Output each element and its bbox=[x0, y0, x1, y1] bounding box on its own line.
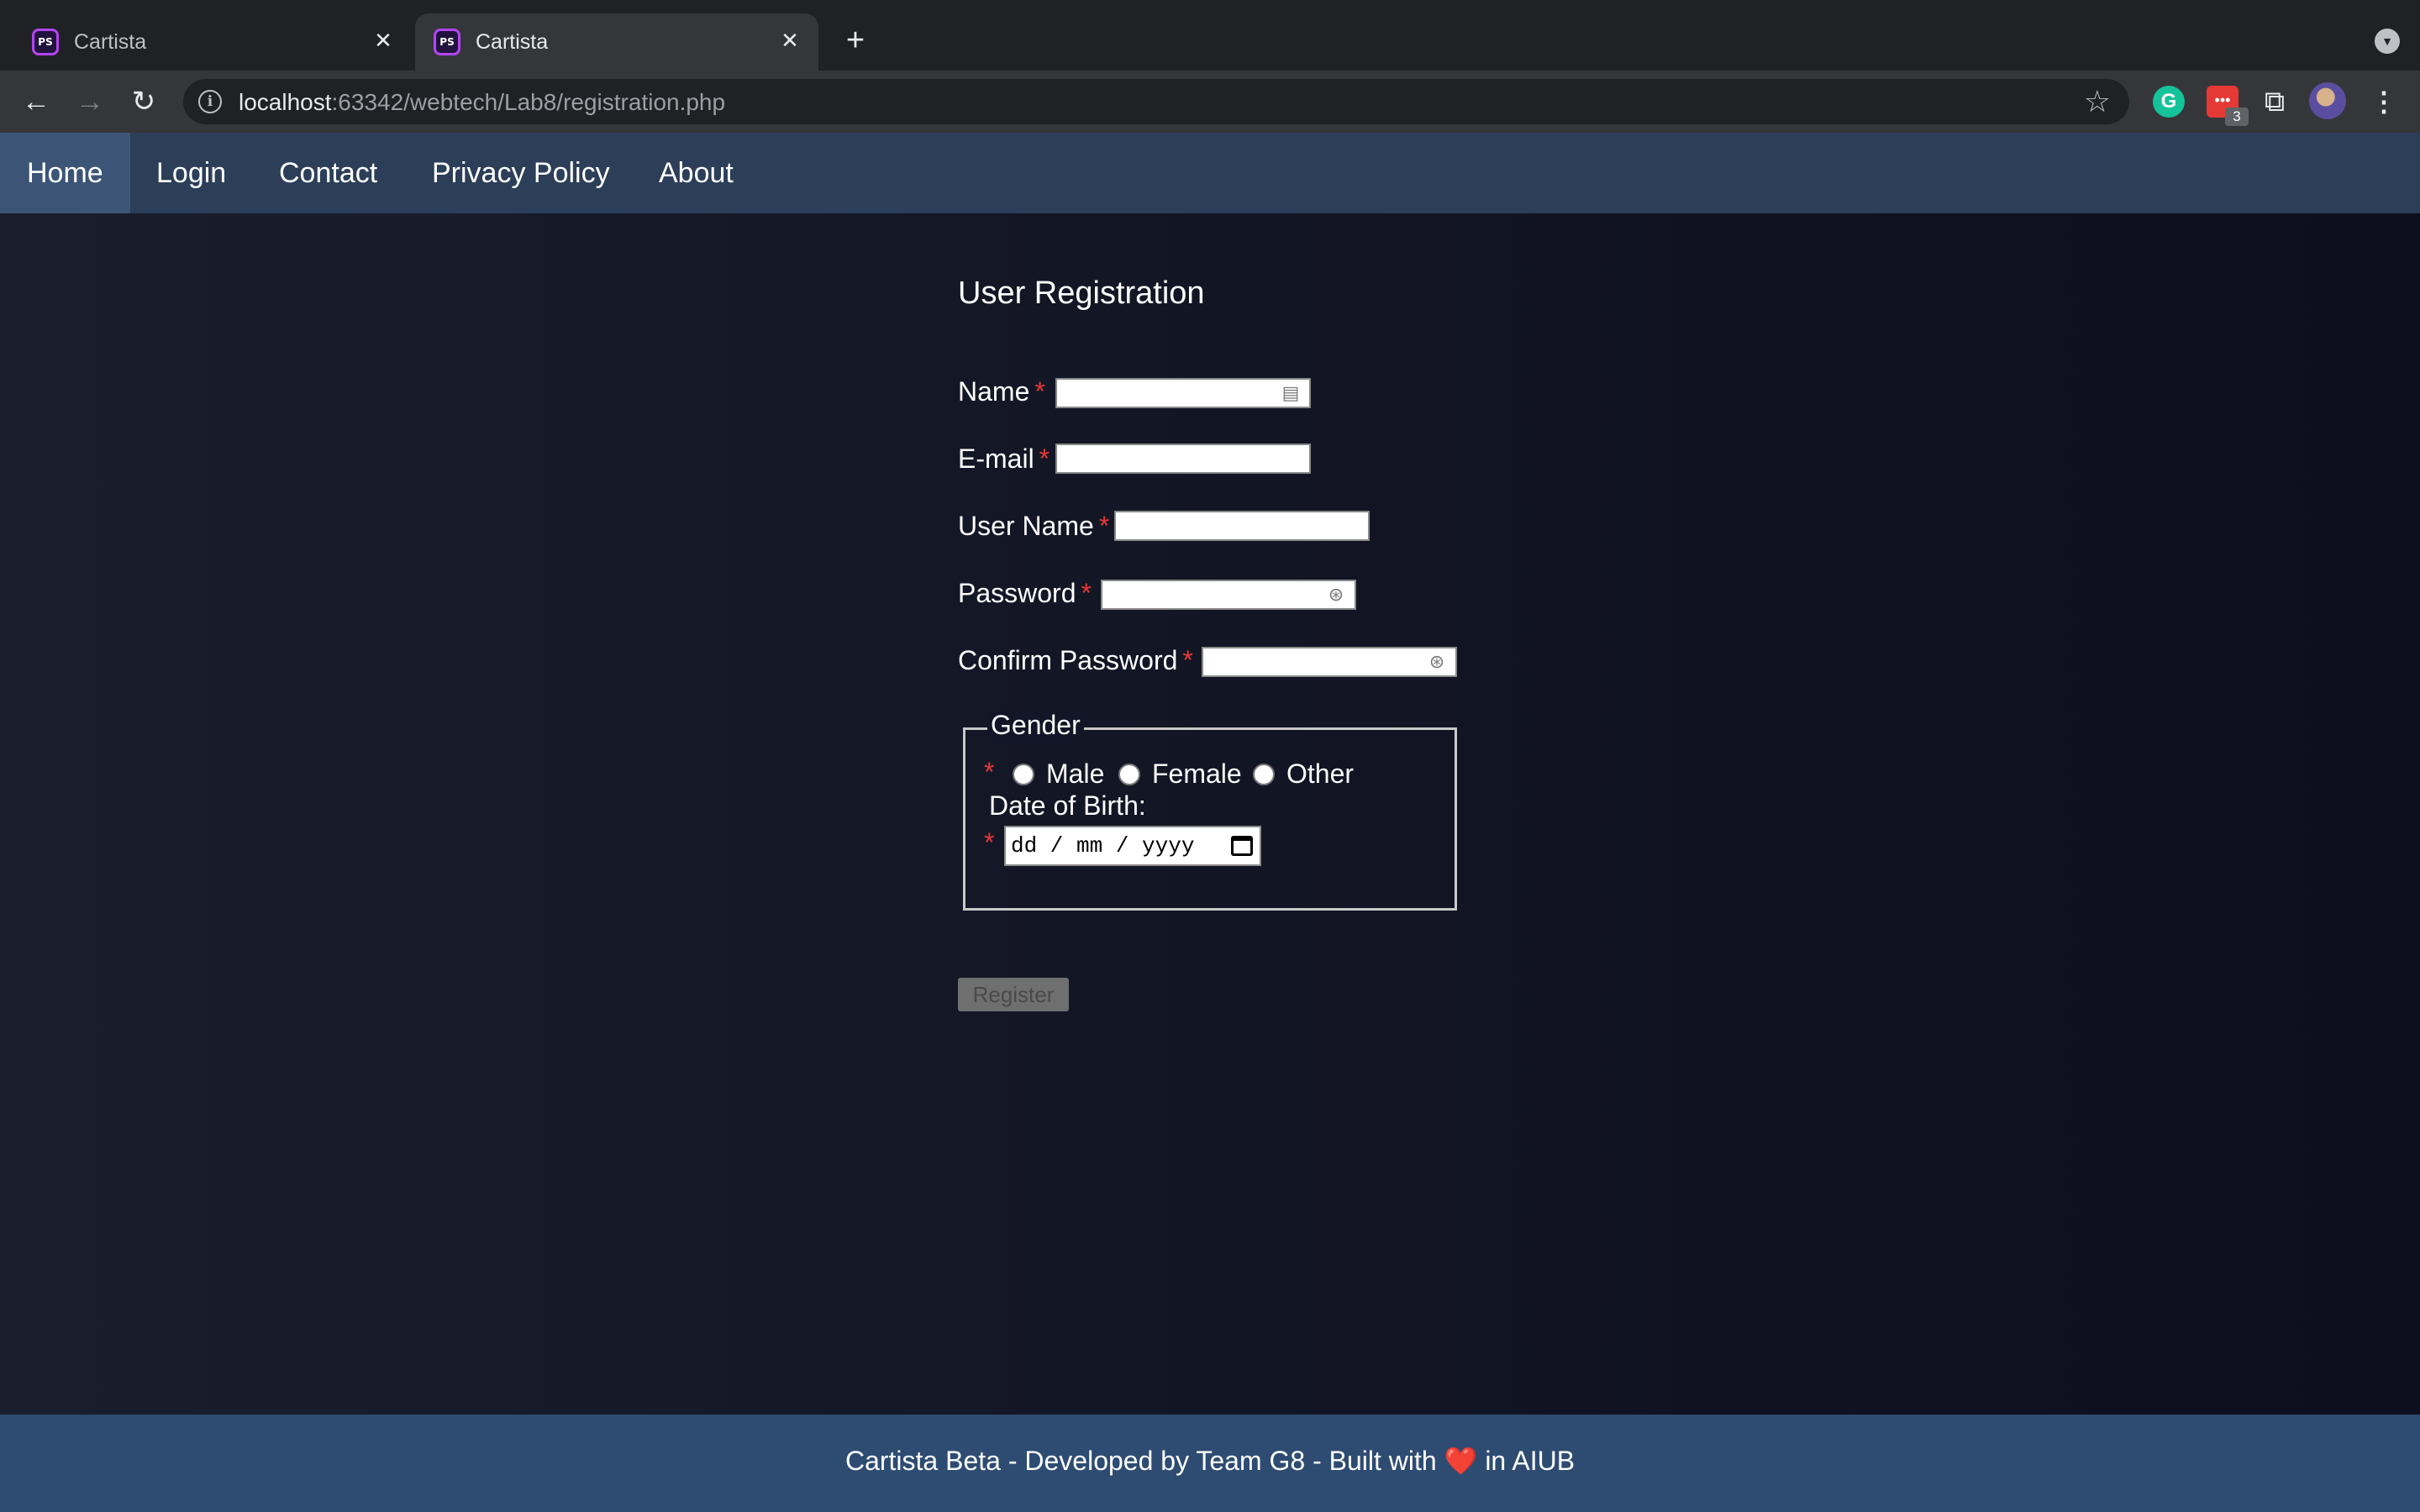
dob-label: Date of Birth: bbox=[989, 790, 1146, 821]
gender-female-label[interactable]: Female bbox=[1152, 759, 1242, 790]
browser-tab-strip: PS Cartista ✕ PS Cartista ✕ + ▼ bbox=[0, 0, 2420, 71]
password-label: Password bbox=[958, 578, 1076, 609]
url-text[interactable]: localhost:63342/webtech/Lab8/registratio… bbox=[239, 89, 725, 116]
tab-search-chevron-icon[interactable]: ▼ bbox=[2375, 29, 2400, 54]
required-marker: * bbox=[984, 827, 995, 858]
address-bar[interactable]: i localhost:63342/webtech/Lab8/registrat… bbox=[183, 79, 2129, 124]
site-footer: Cartista Beta - Developed by Team G8 - B… bbox=[0, 1415, 2420, 1512]
page-content: Home Login Contact Privacy Policy About … bbox=[0, 133, 2420, 1512]
date-of-birth-input[interactable]: dd / mm / yyyy bbox=[1004, 826, 1261, 866]
confirm-password-row: Confirm Password * bbox=[958, 643, 1193, 676]
extensions-puzzle-icon[interactable]: ⧉ bbox=[2259, 86, 2291, 118]
gender-other-radio[interactable] bbox=[1253, 764, 1275, 785]
grammarly-extension-icon[interactable]: G bbox=[2153, 86, 2185, 118]
required-marker: * bbox=[1081, 578, 1092, 609]
required-marker: * bbox=[1098, 511, 1110, 542]
tab-title: Cartista bbox=[74, 30, 147, 54]
date-placeholder: dd / mm / yyyy bbox=[1011, 833, 1195, 858]
browser-toolbar: ← → ↻ i localhost:63342/webtech/Lab8/reg… bbox=[0, 71, 2420, 133]
required-marker: * bbox=[1039, 444, 1050, 475]
contact-card-icon[interactable]: ▤ bbox=[1277, 383, 1304, 403]
email-label: E-mail bbox=[958, 444, 1034, 475]
username-label: User Name bbox=[958, 511, 1094, 542]
required-marker: * bbox=[1034, 376, 1045, 407]
heart-icon: ❤️ bbox=[1444, 1446, 1478, 1476]
browser-menu-icon[interactable]: ⋮ bbox=[2368, 86, 2400, 118]
gender-legend: Gender bbox=[987, 710, 1084, 741]
name-row: Name * bbox=[958, 375, 1045, 407]
browser-tab-active[interactable]: PS Cartista ✕ bbox=[415, 13, 818, 71]
username-row: User Name * bbox=[958, 509, 1109, 542]
close-tab-icon[interactable]: ✕ bbox=[366, 24, 400, 57]
name-label: Name bbox=[958, 376, 1030, 407]
reload-icon[interactable]: ↻ bbox=[123, 81, 165, 123]
phpstorm-favicon-icon: PS bbox=[434, 29, 460, 55]
site-navbar: Home Login Contact Privacy Policy About bbox=[0, 133, 2420, 213]
nav-privacy-policy[interactable]: Privacy Policy bbox=[405, 133, 637, 213]
calendar-icon[interactable] bbox=[1231, 836, 1253, 856]
password-input[interactable]: ⊛ bbox=[1101, 580, 1356, 610]
email-input[interactable] bbox=[1055, 444, 1311, 474]
bookmark-star-icon[interactable]: ☆ bbox=[2084, 84, 2111, 119]
nav-login[interactable]: Login bbox=[129, 133, 253, 213]
phpstorm-favicon-icon: PS bbox=[32, 29, 59, 55]
username-input[interactable] bbox=[1114, 511, 1370, 541]
tab-title: Cartista bbox=[476, 30, 549, 54]
confirm-password-label: Confirm Password bbox=[958, 645, 1178, 676]
register-button[interactable]: Register bbox=[958, 978, 1069, 1011]
back-arrow-icon[interactable]: ← bbox=[15, 81, 57, 123]
nav-contact[interactable]: Contact bbox=[252, 133, 404, 213]
new-tab-button[interactable]: + bbox=[835, 22, 876, 62]
site-info-icon[interactable]: i bbox=[198, 90, 222, 113]
password-key-icon[interactable]: ⊛ bbox=[1423, 652, 1450, 672]
nav-home[interactable]: Home bbox=[0, 133, 130, 213]
gender-other-label[interactable]: Other bbox=[1286, 759, 1354, 790]
forward-arrow-icon[interactable]: → bbox=[69, 81, 111, 123]
required-marker: * bbox=[1182, 645, 1193, 676]
gender-female-radio[interactable] bbox=[1118, 764, 1140, 785]
profile-avatar[interactable] bbox=[2309, 82, 2346, 119]
password-key-icon[interactable]: ⊛ bbox=[1323, 585, 1349, 605]
gender-male-radio[interactable] bbox=[1013, 764, 1034, 785]
nav-about[interactable]: About bbox=[632, 133, 760, 213]
browser-tab[interactable]: PS Cartista ✕ bbox=[13, 13, 412, 71]
gender-male-label[interactable]: Male bbox=[1046, 759, 1104, 790]
extension-badge: 3 bbox=[2225, 108, 2249, 126]
password-row: Password * bbox=[958, 576, 1092, 609]
footer-text: Cartista Beta - Developed by Team G8 - B… bbox=[844, 1446, 1576, 1476]
gender-fieldset: Gender * Male Female Other Date of Birth… bbox=[963, 710, 1457, 911]
close-tab-icon[interactable]: ✕ bbox=[773, 24, 807, 57]
confirm-password-input[interactable]: ⊛ bbox=[1202, 647, 1457, 677]
name-input[interactable]: ▤ bbox=[1055, 378, 1311, 408]
form-title: User Registration bbox=[958, 276, 1205, 311]
email-row: E-mail * bbox=[958, 442, 1050, 475]
required-marker: * bbox=[984, 757, 995, 787]
